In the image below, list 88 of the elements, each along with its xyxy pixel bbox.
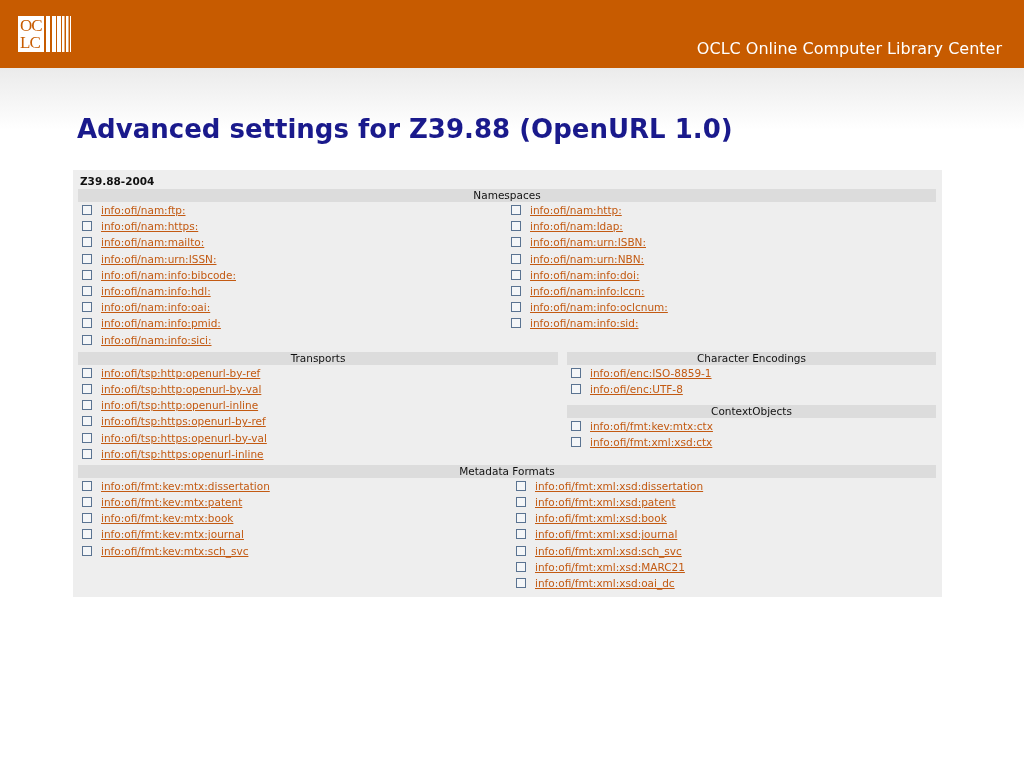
logo-stripes-icon bbox=[43, 16, 72, 52]
checkbox[interactable] bbox=[516, 497, 526, 508]
section-heading: Metadata Formats bbox=[78, 464, 936, 478]
checkbox[interactable] bbox=[511, 302, 521, 313]
checkbox[interactable] bbox=[511, 269, 521, 280]
checkbox[interactable] bbox=[82, 416, 92, 427]
option-link[interactable]: info:ofi/nam:info:doi: bbox=[530, 268, 640, 281]
checkbox[interactable] bbox=[516, 513, 526, 524]
option-link[interactable]: info:ofi/fmt:xml:xsd:dissertation bbox=[535, 479, 704, 492]
checkbox[interactable] bbox=[82, 480, 92, 491]
option-link[interactable]: info:ofi/tsp:http:openurl-inline bbox=[101, 399, 259, 412]
checkbox[interactable] bbox=[511, 253, 521, 264]
checkbox[interactable] bbox=[516, 561, 526, 572]
checkbox[interactable] bbox=[82, 545, 92, 556]
option-link[interactable]: info:ofi/nam:info:hdl: bbox=[101, 285, 211, 298]
checkbox[interactable] bbox=[82, 448, 92, 459]
version-label: Z39.88-2004 bbox=[79, 174, 156, 189]
option-link[interactable]: info:ofi/fmt:kev:mtx:sch_svc bbox=[101, 544, 249, 557]
option-link[interactable]: info:ofi/fmt:xml:xsd:journal bbox=[535, 528, 678, 541]
option-link[interactable]: info:ofi/tsp:https:openurl-by-val bbox=[101, 431, 267, 444]
checkbox[interactable] bbox=[516, 480, 526, 491]
option-link[interactable]: info:ofi/nam:ftp: bbox=[101, 204, 186, 217]
option-link[interactable]: info:ofi/fmt:kev:mtx:journal bbox=[101, 528, 244, 541]
option-link[interactable]: info:ofi/fmt:xml:xsd:ctx bbox=[590, 436, 713, 449]
option-link[interactable]: info:ofi/fmt:xml:xsd:book bbox=[535, 512, 667, 525]
checkbox[interactable] bbox=[511, 205, 521, 216]
checkbox[interactable] bbox=[82, 529, 92, 540]
option-link[interactable]: info:ofi/tsp:https:openurl-by-ref bbox=[101, 415, 266, 428]
option-link[interactable]: info:ofi/fmt:kev:mtx:patent bbox=[101, 496, 243, 509]
option-link[interactable]: info:ofi/tsp:http:openurl-by-val bbox=[101, 382, 262, 395]
checkbox[interactable] bbox=[511, 221, 521, 232]
section-heading: ContextObjects bbox=[567, 405, 936, 419]
checkbox[interactable] bbox=[82, 367, 92, 378]
checkbox[interactable] bbox=[82, 400, 92, 411]
checkbox[interactable] bbox=[82, 432, 92, 443]
checkbox[interactable] bbox=[516, 529, 526, 540]
checkbox[interactable] bbox=[82, 318, 92, 329]
option-link[interactable]: info:ofi/tsp:https:openurl-inline bbox=[101, 447, 264, 460]
option-link[interactable]: info:ofi/nam:info:bibcode: bbox=[101, 268, 236, 281]
page-title: Advanced settings for Z39.88 (OpenURL 1.0) bbox=[77, 114, 734, 144]
option-link[interactable]: info:ofi/fmt:kev:mtx:ctx bbox=[590, 420, 713, 433]
checkbox[interactable] bbox=[82, 334, 92, 345]
option-link[interactable]: info:ofi/fmt:xml:xsd:oai_dc bbox=[535, 577, 675, 590]
checkbox[interactable] bbox=[82, 497, 92, 508]
checkbox[interactable] bbox=[82, 205, 92, 216]
checkbox[interactable] bbox=[82, 302, 92, 313]
option-link[interactable]: info:ofi/nam:http: bbox=[530, 204, 622, 217]
section-heading: Namespaces bbox=[78, 189, 936, 202]
option-link[interactable]: info:ofi/fmt:kev:mtx:book bbox=[101, 512, 234, 525]
option-link[interactable]: info:ofi/nam:ldap: bbox=[530, 220, 623, 233]
option-link[interactable]: info:ofi/nam:urn:NBN: bbox=[530, 252, 645, 265]
checkbox[interactable] bbox=[82, 237, 92, 248]
option-link[interactable]: info:ofi/enc:ISO-8859-1 bbox=[590, 366, 712, 379]
logo: OC LC bbox=[18, 16, 44, 52]
organization-name: OCLC Online Computer Library Center bbox=[696, 39, 1002, 58]
option-link[interactable]: info:ofi/nam:info:sici: bbox=[101, 333, 212, 346]
checkbox[interactable] bbox=[571, 437, 581, 448]
checkbox[interactable] bbox=[82, 286, 92, 297]
checkbox[interactable] bbox=[571, 421, 581, 432]
option-link[interactable]: info:ofi/fmt:xml:xsd:MARC21 bbox=[535, 560, 685, 573]
checkbox[interactable] bbox=[511, 237, 521, 248]
checkbox[interactable] bbox=[511, 286, 521, 297]
section-heading: Transports bbox=[78, 351, 558, 365]
option-link[interactable]: info:ofi/nam:mailto: bbox=[101, 236, 205, 249]
checkbox[interactable] bbox=[571, 367, 581, 378]
checkbox[interactable] bbox=[82, 513, 92, 524]
option-link[interactable]: info:ofi/nam:info:oai: bbox=[101, 301, 211, 314]
checkbox[interactable] bbox=[516, 578, 526, 589]
option-link[interactable]: info:ofi/enc:UTF-8 bbox=[590, 382, 683, 395]
option-link[interactable]: info:ofi/nam:urn:ISBN: bbox=[530, 236, 646, 249]
section-heading: Character Encodings bbox=[567, 351, 936, 365]
checkbox[interactable] bbox=[82, 253, 92, 264]
option-link[interactable]: info:ofi/fmt:kev:mtx:dissertation bbox=[101, 479, 270, 492]
option-link[interactable]: info:ofi/fmt:xml:xsd:patent bbox=[535, 496, 676, 509]
option-link[interactable]: info:ofi/nam:info:oclcnum: bbox=[530, 301, 668, 314]
option-link[interactable]: info:ofi/tsp:http:openurl-by-ref bbox=[101, 366, 261, 379]
option-link[interactable]: info:ofi/nam:https: bbox=[101, 220, 199, 233]
option-link[interactable]: info:ofi/fmt:xml:xsd:sch_svc bbox=[535, 544, 682, 557]
option-link[interactable]: info:ofi/nam:info:lccn: bbox=[530, 285, 645, 298]
checkbox[interactable] bbox=[82, 221, 92, 232]
checkbox[interactable] bbox=[571, 383, 581, 394]
checkbox[interactable] bbox=[516, 545, 526, 556]
checkbox[interactable] bbox=[511, 318, 521, 329]
option-link[interactable]: info:ofi/nam:urn:ISSN: bbox=[101, 252, 217, 265]
checkbox[interactable] bbox=[82, 269, 92, 280]
option-link[interactable]: info:ofi/nam:info:sid: bbox=[530, 317, 639, 330]
option-link[interactable]: info:ofi/nam:info:pmid: bbox=[101, 317, 221, 330]
checkbox[interactable] bbox=[82, 383, 92, 394]
